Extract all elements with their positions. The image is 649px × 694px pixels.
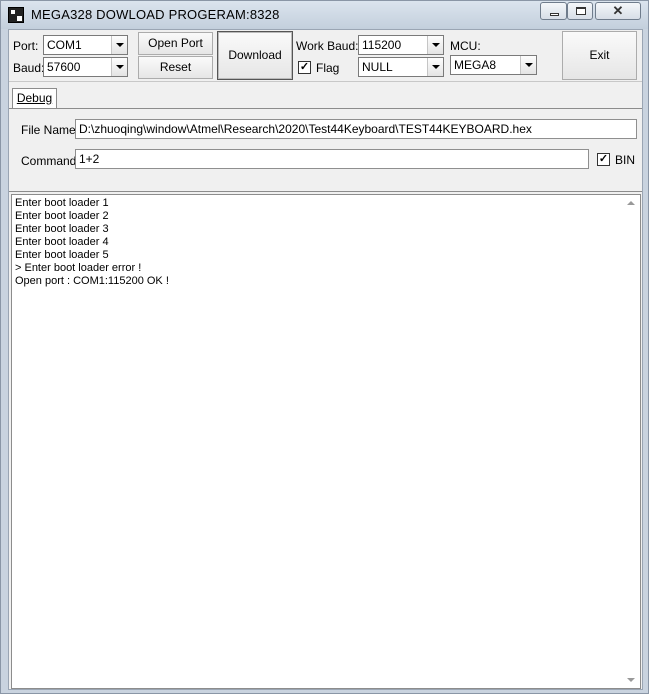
reset-button[interactable]: Reset xyxy=(138,56,213,79)
minimize-button[interactable] xyxy=(540,2,567,20)
mcu-label: MCU: xyxy=(450,39,481,53)
title-bar[interactable]: MEGA328 DOWLOAD PROGERAM:8328 ✕ xyxy=(1,1,648,29)
baud-label: Baud: xyxy=(13,61,45,75)
chevron-down-icon[interactable] xyxy=(427,58,443,76)
app-window: MEGA328 DOWLOAD PROGERAM:8328 ✕ Port: CO… xyxy=(0,0,649,694)
log-line: Enter boot loader 5 xyxy=(15,249,109,261)
debug-panel: File Name: D:\zhuoqing\window\Atmel\Rese… xyxy=(9,108,642,192)
vertical-scrollbar[interactable] xyxy=(623,195,640,688)
flag-label: Flag xyxy=(316,61,340,75)
log-line: Enter boot loader 4 xyxy=(15,236,109,248)
bin-label: BIN xyxy=(615,153,636,167)
close-button[interactable]: ✕ xyxy=(595,2,641,20)
output-log[interactable]: Enter boot loader 1 Enter boot loader 2 … xyxy=(11,194,641,689)
file-name-label: File Name: xyxy=(21,123,80,137)
command-field[interactable]: 1+2 xyxy=(75,149,589,169)
log-line: Open port : COM1:115200 OK ! xyxy=(15,275,169,287)
open-port-button[interactable]: Open Port xyxy=(138,32,213,55)
chevron-down-icon[interactable] xyxy=(427,36,443,54)
tab-debug[interactable]: Debug xyxy=(12,88,57,110)
app-icon xyxy=(8,7,24,23)
close-icon: ✕ xyxy=(612,3,624,18)
log-line: Enter boot loader 2 xyxy=(15,210,109,222)
flag-select[interactable]: NULL xyxy=(358,57,444,77)
scroll-up-icon[interactable] xyxy=(623,195,640,212)
chevron-down-icon[interactable] xyxy=(111,58,127,76)
work-baud-select-value: 115200 xyxy=(362,38,402,52)
flag-select-value: NULL xyxy=(362,60,393,74)
bin-checkbox[interactable]: ✓ xyxy=(597,153,610,166)
chevron-down-icon[interactable] xyxy=(111,36,127,54)
scroll-down-icon[interactable] xyxy=(623,671,640,688)
baud-select-value: 57600 xyxy=(47,60,81,74)
log-line: Enter boot loader 3 xyxy=(15,223,109,235)
download-button[interactable]: Download xyxy=(217,31,293,80)
flag-checkbox[interactable]: ✓ xyxy=(298,61,311,74)
maximize-icon xyxy=(576,7,586,15)
port-select[interactable]: COM1 xyxy=(43,35,128,55)
log-line: > Enter boot loader error ! xyxy=(15,262,142,274)
file-name-field[interactable]: D:\zhuoqing\window\Atmel\Research\2020\T… xyxy=(75,119,637,139)
toolbar: Port: COM1 Baud: 57600 Open Port Reset D… xyxy=(9,30,642,82)
chevron-down-icon[interactable] xyxy=(520,56,536,74)
mcu-select-value: MEGA8 xyxy=(454,58,497,72)
tab-bar: Debug xyxy=(9,83,642,110)
maximize-button[interactable] xyxy=(567,2,593,20)
output-lines: Enter boot loader 1 Enter boot loader 2 … xyxy=(15,197,169,288)
minimize-icon xyxy=(550,13,559,16)
mcu-select[interactable]: MEGA8 xyxy=(450,55,537,75)
port-select-value: COM1 xyxy=(47,38,82,52)
window-title: MEGA328 DOWLOAD PROGERAM:8328 xyxy=(31,7,280,22)
port-label: Port: xyxy=(13,39,39,53)
command-label: Command: xyxy=(21,154,80,168)
exit-button[interactable]: Exit xyxy=(562,31,637,80)
client-area: Port: COM1 Baud: 57600 Open Port Reset D… xyxy=(8,29,643,690)
baud-select[interactable]: 57600 xyxy=(43,57,128,77)
log-line: Enter boot loader 1 xyxy=(15,197,109,209)
work-baud-select[interactable]: 115200 xyxy=(358,35,444,55)
work-baud-label: Work Baud: xyxy=(296,39,359,53)
